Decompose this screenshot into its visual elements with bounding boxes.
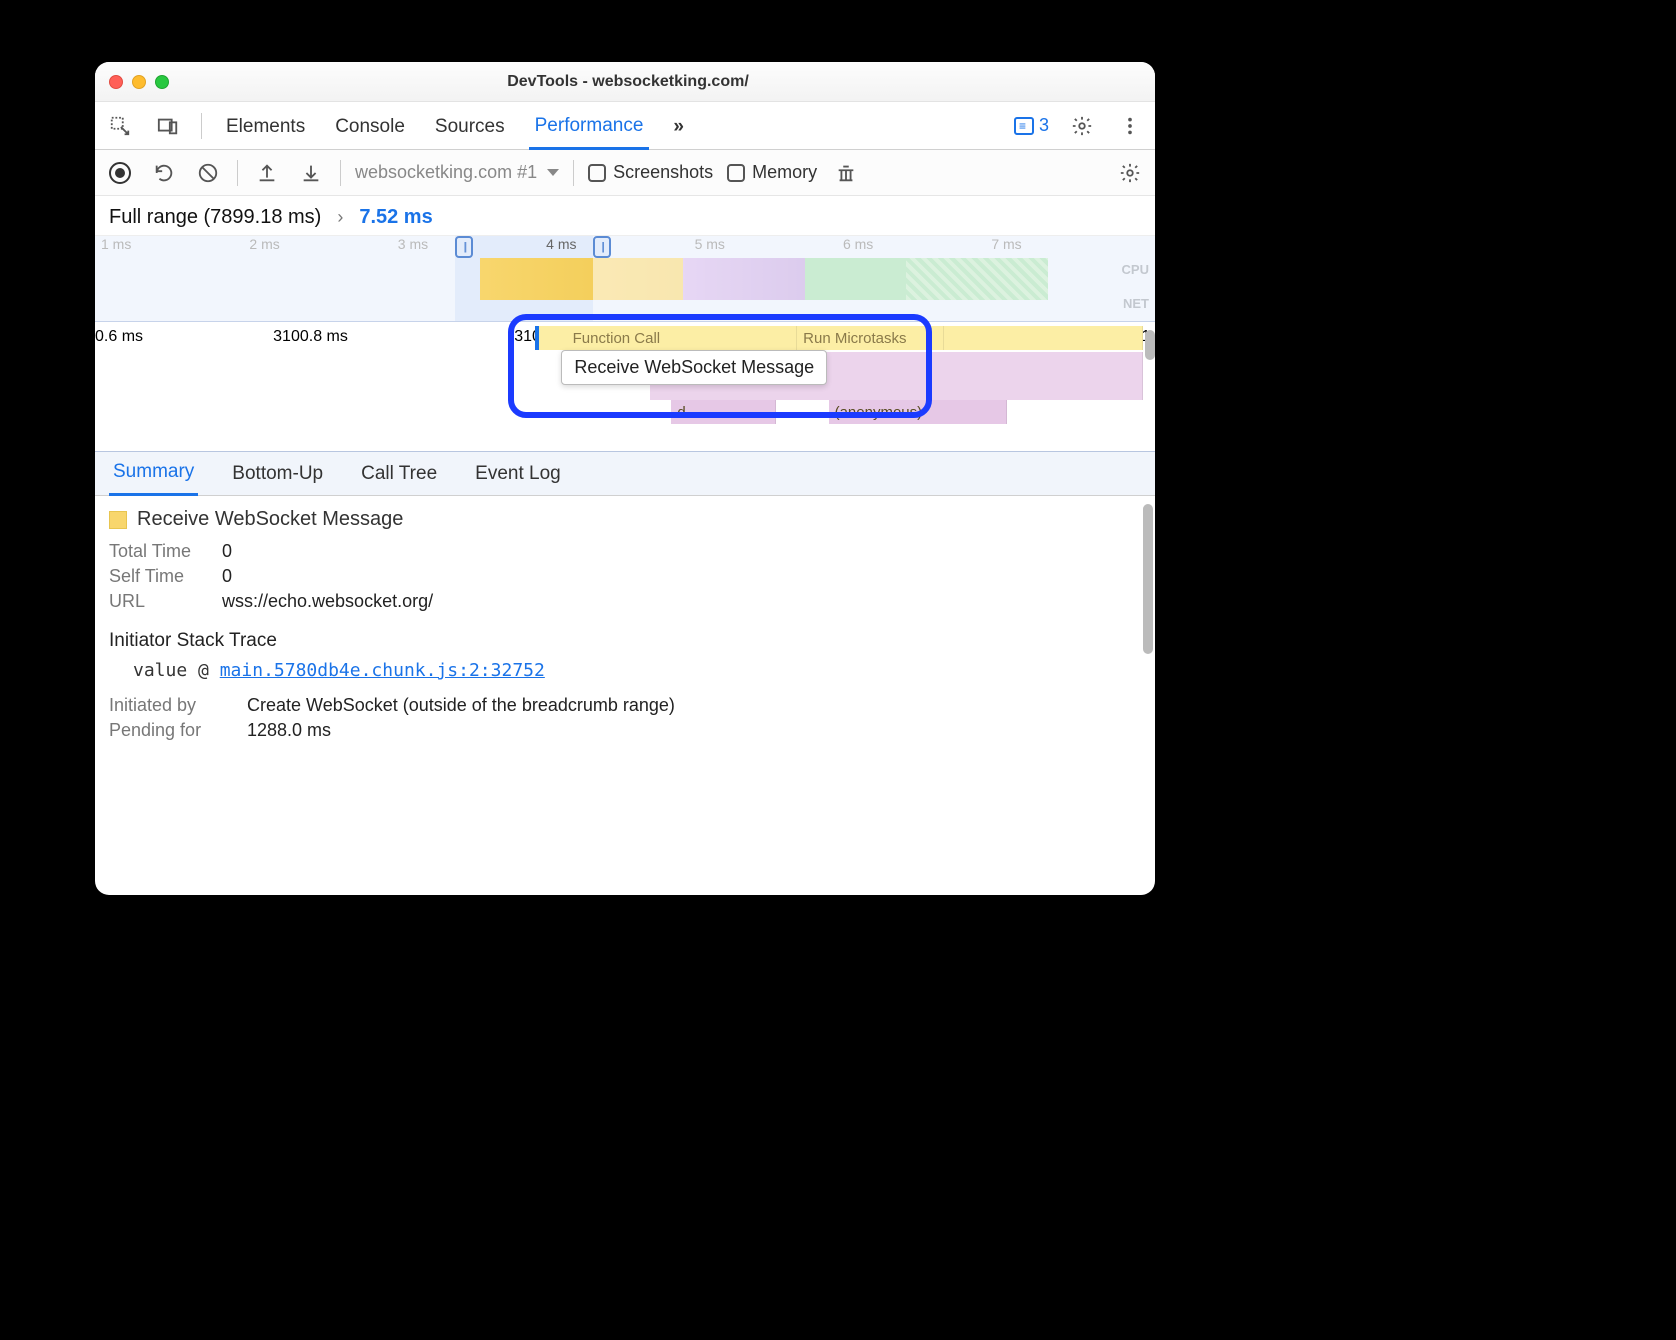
kv-value: wss://echo.websocket.org/ xyxy=(222,591,433,612)
detail-tab-call-tree[interactable]: Call Tree xyxy=(357,453,441,495)
kv-label: Pending for xyxy=(109,720,229,741)
clear-button[interactable] xyxy=(193,158,223,188)
divider xyxy=(237,160,238,186)
summary-initiated-by: Initiated by Create WebSocket (outside o… xyxy=(109,695,1141,716)
kv-value: 0 xyxy=(222,566,232,587)
flame-event-function-call[interactable]: Function Call xyxy=(567,326,798,350)
detail-tab-bottom-up[interactable]: Bottom-Up xyxy=(228,453,327,495)
divider xyxy=(340,160,341,186)
settings-gear-icon[interactable] xyxy=(1067,111,1097,141)
kv-value: Create WebSocket (outside of the breadcr… xyxy=(247,695,675,716)
tab-sources[interactable]: Sources xyxy=(429,104,511,148)
record-button[interactable] xyxy=(105,158,135,188)
memory-checkbox[interactable]: Memory xyxy=(727,162,817,183)
summary-event-title: Receive WebSocket Message xyxy=(109,508,1141,531)
capture-settings-gear-icon[interactable] xyxy=(1115,158,1145,188)
window-title: DevTools - websocketking.com/ xyxy=(169,73,1087,91)
kv-value: 0 xyxy=(222,541,232,562)
summary-scrollbar[interactable] xyxy=(1143,504,1153,654)
flame-chart[interactable]: 0.6 ms 3100.8 ms 3101.0 ms 3101.2 ms 310… xyxy=(95,322,1155,452)
kv-label: Total Time xyxy=(109,541,204,562)
overview-range-handle-right[interactable] xyxy=(593,236,611,258)
performance-toolbar: websocketking.com #1 Screenshots Memory xyxy=(95,150,1155,196)
detail-tab-summary[interactable]: Summary xyxy=(109,451,198,496)
main-tabstrip: Elements Console Sources Performance » ≡… xyxy=(95,102,1155,150)
download-profile-icon[interactable] xyxy=(296,158,326,188)
divider xyxy=(201,113,202,139)
time-range-breadcrumb: Full range (7899.18 ms) › 7.52 ms xyxy=(95,196,1155,236)
issues-count: 3 xyxy=(1039,115,1049,136)
reload-record-button[interactable] xyxy=(149,158,179,188)
chevron-right-icon: › xyxy=(337,207,343,228)
overview-minimap[interactable]: 1 ms 2 ms 3 ms 4 ms 5 ms 6 ms 7 ms CPU N… xyxy=(95,236,1155,322)
device-toolbar-icon[interactable] xyxy=(153,111,183,141)
collect-garbage-icon[interactable] xyxy=(831,158,861,188)
overview-shade-right xyxy=(593,236,1155,321)
close-window-button[interactable] xyxy=(109,75,123,89)
window-controls xyxy=(109,75,169,89)
flame-tooltip: Receive WebSocket Message xyxy=(561,350,827,385)
flame-event-anonymous[interactable]: (anonymous) xyxy=(829,400,1007,424)
kv-label: Self Time xyxy=(109,566,204,587)
selected-event-marker xyxy=(535,326,539,350)
upload-profile-icon[interactable] xyxy=(252,158,282,188)
event-color-swatch xyxy=(109,511,127,529)
stack-trace-heading: Initiator Stack Trace xyxy=(109,630,1141,652)
zoom-window-button[interactable] xyxy=(155,75,169,89)
summary-total-time: Total Time 0 xyxy=(109,541,1141,562)
devtools-window: DevTools - websocketking.com/ Elements C… xyxy=(95,62,1155,895)
chevron-down-icon xyxy=(547,169,559,176)
screenshots-checkbox[interactable]: Screenshots xyxy=(588,162,713,183)
checkbox-icon xyxy=(727,164,745,182)
divider xyxy=(573,160,574,186)
summary-pending-for: Pending for 1288.0 ms xyxy=(109,720,1141,741)
minimize-window-button[interactable] xyxy=(132,75,146,89)
kebab-menu-icon[interactable] xyxy=(1115,111,1145,141)
stack-frame-link[interactable]: main.5780db4e.chunk.js:2:32752 xyxy=(220,660,545,681)
recording-selector[interactable]: websocketking.com #1 xyxy=(355,162,559,183)
titlebar: DevTools - websocketking.com/ xyxy=(95,62,1155,102)
summary-url: URL wss://echo.websocket.org/ xyxy=(109,591,1141,612)
issues-badge[interactable]: ≡ 3 xyxy=(1014,115,1049,136)
tracks-scrollbar[interactable] xyxy=(1145,330,1155,360)
inspect-element-icon[interactable] xyxy=(105,111,135,141)
tab-performance[interactable]: Performance xyxy=(529,103,650,150)
time-tick: 0.6 ms xyxy=(95,328,143,346)
checkbox-label: Memory xyxy=(752,162,817,183)
stack-frame-sep: @ xyxy=(198,660,209,681)
selected-range-label[interactable]: 7.52 ms xyxy=(359,206,432,229)
full-range-label[interactable]: Full range (7899.18 ms) xyxy=(109,206,321,229)
stack-frame: value @ main.5780db4e.chunk.js:2:32752 xyxy=(109,660,1141,681)
summary-event-name: Receive WebSocket Message xyxy=(137,508,403,531)
time-tick: 3100.8 ms xyxy=(273,328,348,346)
recording-name: websocketking.com #1 xyxy=(355,162,537,183)
overview-shade-left xyxy=(95,236,455,321)
issues-icon: ≡ xyxy=(1014,117,1034,135)
detail-tab-event-log[interactable]: Event Log xyxy=(471,453,565,495)
tab-elements[interactable]: Elements xyxy=(220,104,311,148)
summary-self-time: Self Time 0 xyxy=(109,566,1141,587)
stack-frame-fn: value xyxy=(133,660,187,681)
checkbox-icon xyxy=(588,164,606,182)
summary-panel: Receive WebSocket Message Total Time 0 S… xyxy=(95,496,1155,895)
flame-event-d[interactable]: d… xyxy=(671,400,776,424)
tabs-overflow-button[interactable]: » xyxy=(667,104,690,148)
flame-event-run-microtasks[interactable]: Run Microtasks xyxy=(797,326,944,350)
checkbox-label: Screenshots xyxy=(613,162,713,183)
overview-range-handle-left[interactable] xyxy=(455,236,473,258)
tab-console[interactable]: Console xyxy=(329,104,411,148)
kv-value: 1288.0 ms xyxy=(247,720,331,741)
kv-label: URL xyxy=(109,591,204,612)
kv-label: Initiated by xyxy=(109,695,229,716)
detail-tabstrip: Summary Bottom-Up Call Tree Event Log xyxy=(95,452,1155,496)
